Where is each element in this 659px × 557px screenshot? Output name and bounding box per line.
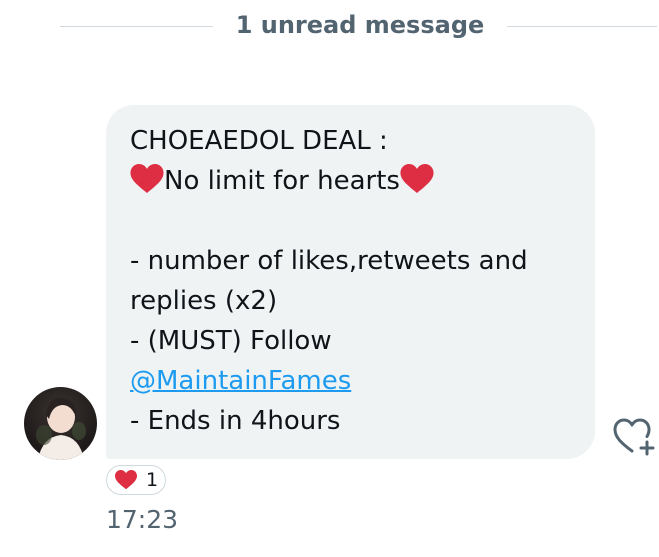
reaction-pill[interactable]: 1 [106, 465, 166, 495]
reaction-count: 1 [146, 469, 159, 491]
divider-line-right [507, 26, 657, 27]
message-line-mention: @MaintainFames [130, 361, 571, 401]
hearts-text: No limit for hearts [164, 166, 400, 196]
message-line-replies: replies (x2) [130, 286, 278, 316]
add-reaction-button[interactable] [612, 415, 658, 457]
sender-avatar[interactable] [24, 387, 97, 460]
unread-label: 1 unread message [235, 11, 485, 39]
message-line-follow: - (MUST) Follow [130, 326, 332, 356]
divider-line-left [60, 26, 213, 27]
message-timestamp: 17:23 [106, 505, 179, 534]
unread-divider: 1 unread message [0, 8, 659, 48]
mention-link[interactable]: @MaintainFames [130, 366, 351, 396]
red-heart-icon [400, 164, 434, 193]
message-line-ends: - Ends in 4hours [130, 406, 341, 436]
heart-plus-icon [613, 418, 655, 456]
red-heart-icon [115, 470, 137, 490]
message-bubble[interactable]: CHOEAEDOL DEAL : No limit for hearts - n… [106, 105, 595, 459]
message-line-likes: - number of likes,retweets and [130, 246, 528, 276]
avatar-image [36, 397, 86, 460]
message-line-hearts: No limit for hearts [130, 161, 571, 201]
dm-conversation: 1 unread message CHOEAEDOL DEAL : No lim… [0, 0, 659, 557]
message-line-title: CHOEAEDOL DEAL : [130, 126, 388, 156]
red-heart-icon [130, 164, 164, 193]
